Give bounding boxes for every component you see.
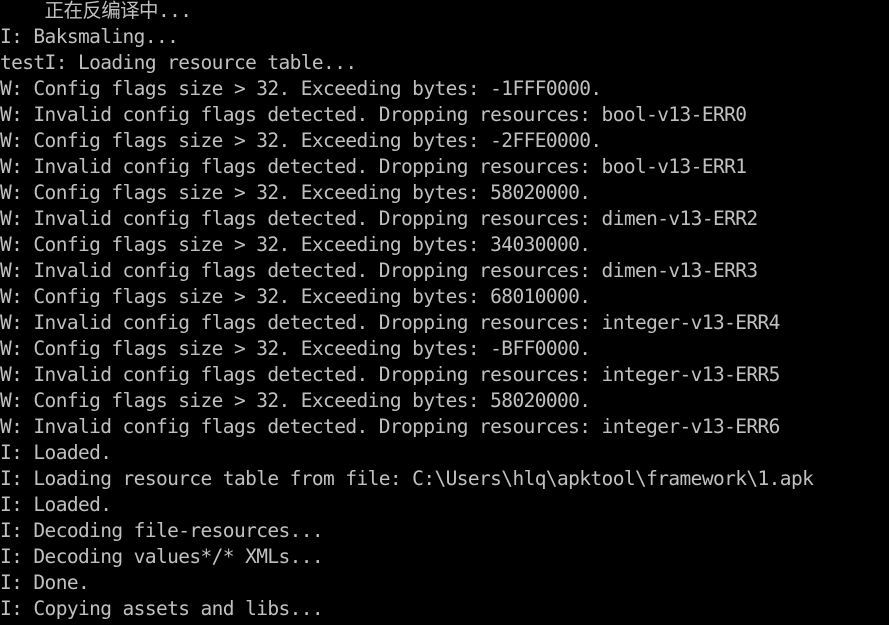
console-line: W: Config flags size > 32. Exceeding byt… [0, 181, 591, 204]
console-line: W: Invalid config flags detected. Droppi… [0, 103, 747, 126]
console-line: W: Config flags size > 32. Exceeding byt… [0, 285, 591, 308]
console-line: 正在反编译中... [0, 0, 192, 22]
console-line: W: Config flags size > 32. Exceeding byt… [0, 129, 602, 152]
console-line: W: Config flags size > 32. Exceeding byt… [0, 389, 591, 412]
console-line: W: Invalid config flags detected. Droppi… [0, 311, 780, 334]
console-line: W: Invalid config flags detected. Droppi… [0, 207, 758, 230]
console-line: W: Invalid config flags detected. Droppi… [0, 415, 780, 438]
console-line: I: Loaded. [0, 441, 112, 464]
console-line: I: Done. [0, 571, 90, 594]
console-line: W: Config flags size > 32. Exceeding byt… [0, 337, 591, 360]
console-line: W: Invalid config flags detected. Droppi… [0, 155, 747, 178]
console-line: W: Config flags size > 32. Exceeding byt… [0, 233, 591, 256]
console-line: W: Invalid config flags detected. Droppi… [0, 259, 758, 282]
console-line: W: Config flags size > 32. Exceeding byt… [0, 77, 602, 100]
console-line: W: Invalid config flags detected. Droppi… [0, 363, 780, 386]
console-line: I: Decoding file-resources... [0, 519, 324, 542]
console-line: I: Baksmaling... [0, 25, 179, 48]
console-line: testI: Loading resource table... [0, 51, 357, 74]
console-line: I: Decoding values*/* XMLs... [0, 545, 324, 568]
console-line: I: Copying assets and libs... [0, 597, 324, 620]
console-line: I: Loading resource table from file: C:\… [0, 467, 814, 490]
console-window[interactable]: 正在反编译中... I: Baksmaling... testI: Loadin… [0, 0, 889, 625]
console-line: I: Loaded. [0, 493, 112, 516]
